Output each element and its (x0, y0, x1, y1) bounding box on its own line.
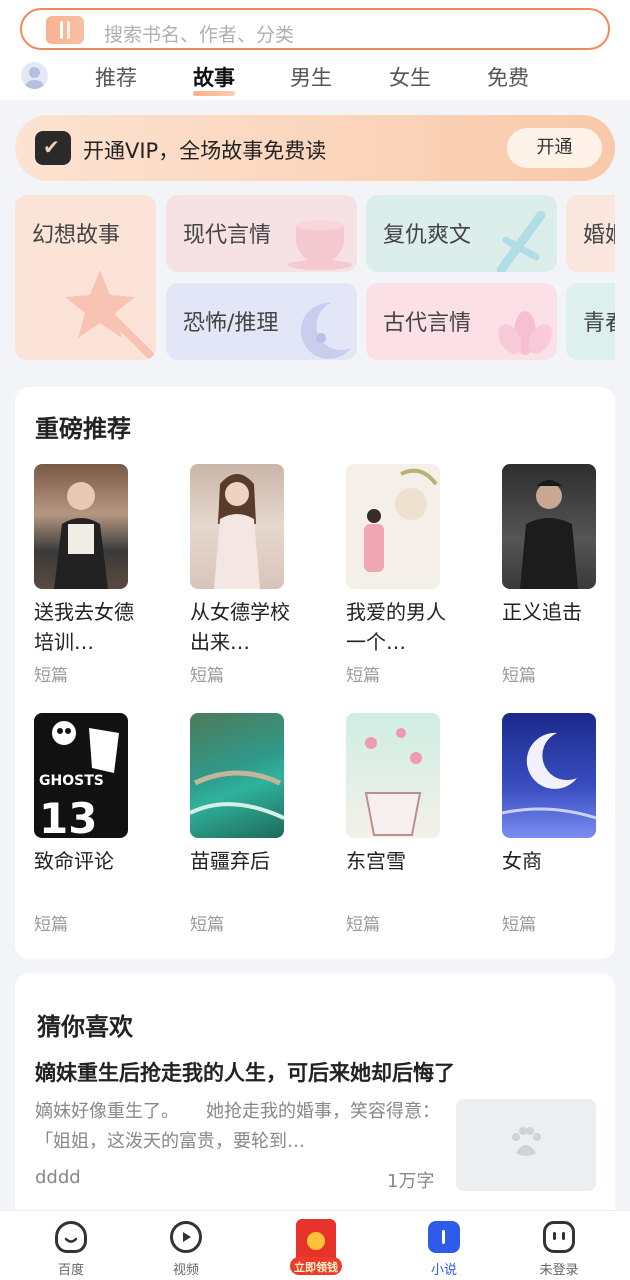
rec-item-word-count: 1万字 (387, 1171, 435, 1192)
rec-item-author: dddd (35, 1167, 81, 1188)
book-item[interactable]: 我爱的男人一个… 短篇 (346, 464, 456, 686)
nav-video[interactable]: 视频 (146, 1221, 226, 1278)
category-label: 幻想故事 (32, 223, 121, 248)
home-smile-icon (55, 1221, 87, 1253)
book-title: 东宫雪 (346, 849, 406, 873)
tab-free[interactable]: 免费 (487, 62, 529, 92)
book-cover: GHOSTS 13 (34, 713, 128, 838)
book-item[interactable]: GHOSTS 13 致命评论 短篇 (34, 713, 144, 935)
rec-item-title[interactable]: 嫡妹重生后抢走我的人生，可后来她却后悔了 (35, 1057, 455, 1087)
search-bar[interactable]: 搜索书名、作者、分类 (20, 8, 610, 50)
sword-icon (496, 210, 546, 272)
book-title: 苗疆弃后 (190, 849, 270, 873)
tab-female[interactable]: 女生 (389, 62, 431, 92)
book-title: 我爱的男人一个… (346, 600, 446, 654)
red-envelope-icon: 立即领钱 (290, 1219, 342, 1275)
nav-label: 未登录 (539, 1263, 579, 1278)
wand-icon (65, 270, 154, 359)
category-ancient-romance[interactable]: 古代言情 (366, 283, 557, 360)
user-face-icon (543, 1221, 575, 1253)
rec-item-desc: 嫡妹好像重生了。 她抢走我的婚事，笑容得意： 「姐姐，这泼天的富贵，要轮到… (35, 1101, 440, 1152)
vip-banner[interactable]: 开通VIP，全场故事免费读 开通 (15, 115, 615, 181)
book-cover (190, 464, 284, 589)
category-youth[interactable]: 青春 (566, 283, 615, 360)
category-label: 恐怖/推理 (183, 311, 279, 336)
category-label: 青春 (583, 311, 615, 336)
tab-bar: 推荐 故事 男生 女生 免费 (0, 56, 630, 96)
book-item[interactable]: 女商 短篇 (502, 713, 612, 935)
book-tag: 短篇 (502, 666, 536, 686)
nav-login[interactable]: 未登录 (519, 1221, 599, 1278)
book-cover (502, 464, 596, 589)
book-cover (346, 464, 440, 589)
category-revenge[interactable]: 复仇爽文 (366, 195, 557, 272)
nav-earn-label: 立即领钱 (294, 1260, 338, 1274)
book-cover (190, 713, 284, 838)
book-item[interactable]: 正义追击 短篇 (502, 464, 612, 686)
section-title: 重磅推荐 (35, 415, 131, 443)
tab-male[interactable]: 男生 (290, 62, 332, 92)
book-tag: 短篇 (190, 915, 224, 935)
featured-section: 重磅推荐 送我去女德培训… 短篇 从女德学校出来… 短篇 我爱的男人一个… 短篇… (15, 387, 615, 959)
section-title: 猜你喜欢 (37, 1013, 133, 1041)
category-label: 复仇爽文 (383, 223, 472, 248)
nav-label: 视频 (172, 1263, 199, 1278)
rec-item-thumbnail[interactable] (456, 1099, 596, 1191)
category-label: 现代言情 (183, 223, 272, 248)
book-title: 从女德学校出来… (190, 600, 290, 654)
category-marriage[interactable]: 婚姻 (566, 195, 615, 272)
tab-recommend[interactable]: 推荐 (95, 62, 137, 92)
nav-home[interactable]: 百度 (31, 1221, 111, 1278)
book-tag: 短篇 (346, 915, 380, 935)
book-item[interactable]: 从女德学校出来… 短篇 (190, 464, 300, 686)
book-item[interactable]: 东宫雪 短篇 (346, 713, 456, 935)
book-cover (346, 713, 440, 838)
guess-section: 猜你喜欢 嫡妹重生后抢走我的人生，可后来她却后悔了 嫡妹好像重生了。 她抢走我的… (15, 973, 615, 1210)
vip-text: 开通VIP，全场故事免费读 (83, 139, 327, 163)
category-modern-romance[interactable]: 现代言情 (166, 195, 357, 272)
tab-story[interactable]: 故事 (193, 62, 235, 96)
nav-label: 百度 (57, 1263, 84, 1278)
book-cover (502, 713, 596, 838)
vip-open-button[interactable]: 开通 (507, 128, 602, 168)
book-cover (34, 464, 128, 589)
vip-icon (35, 131, 71, 165)
book-title: 送我去女德培训… (34, 600, 134, 654)
nav-novel[interactable]: 小说 (404, 1221, 484, 1278)
header: 搜索书名、作者、分类 推荐 故事 男生 女生 免费 (0, 0, 630, 100)
category-label: 古代言情 (383, 311, 472, 336)
book-item[interactable]: 送我去女德培训… 短篇 (34, 464, 144, 686)
book-tag: 短篇 (34, 666, 68, 686)
book-title: 女商 (502, 849, 542, 873)
bottom-nav: 百度 视频 立即领钱 小说 未登录 (0, 1210, 630, 1280)
novel-book-icon (428, 1221, 460, 1253)
category-fantasy[interactable]: 幻想故事 (15, 195, 156, 360)
nav-earn[interactable]: 立即领钱 (276, 1217, 356, 1279)
cover-ghosts-text: GHOSTS (39, 773, 104, 789)
teacup-icon (288, 220, 352, 270)
category-label: 婚姻 (583, 223, 615, 248)
cover-number-text: 13 (39, 794, 97, 838)
book-icon (46, 16, 84, 44)
avatar-icon[interactable] (21, 62, 48, 89)
book-tag: 短篇 (34, 915, 68, 935)
category-horror[interactable]: 恐怖/推理 (166, 283, 357, 360)
play-icon (170, 1221, 202, 1253)
lotus-icon (498, 311, 552, 355)
book-tag: 短篇 (190, 666, 224, 686)
book-title: 致命评论 (34, 849, 114, 873)
nav-label: 小说 (430, 1263, 457, 1278)
book-tag: 短篇 (346, 666, 380, 686)
book-title: 正义追击 (502, 600, 582, 624)
moon-icon (300, 302, 351, 359)
book-tag: 短篇 (502, 915, 536, 935)
baidu-paw-icon (512, 1127, 541, 1156)
search-placeholder: 搜索书名、作者、分类 (104, 24, 295, 46)
book-item[interactable]: 苗疆弃后 短篇 (190, 713, 300, 935)
